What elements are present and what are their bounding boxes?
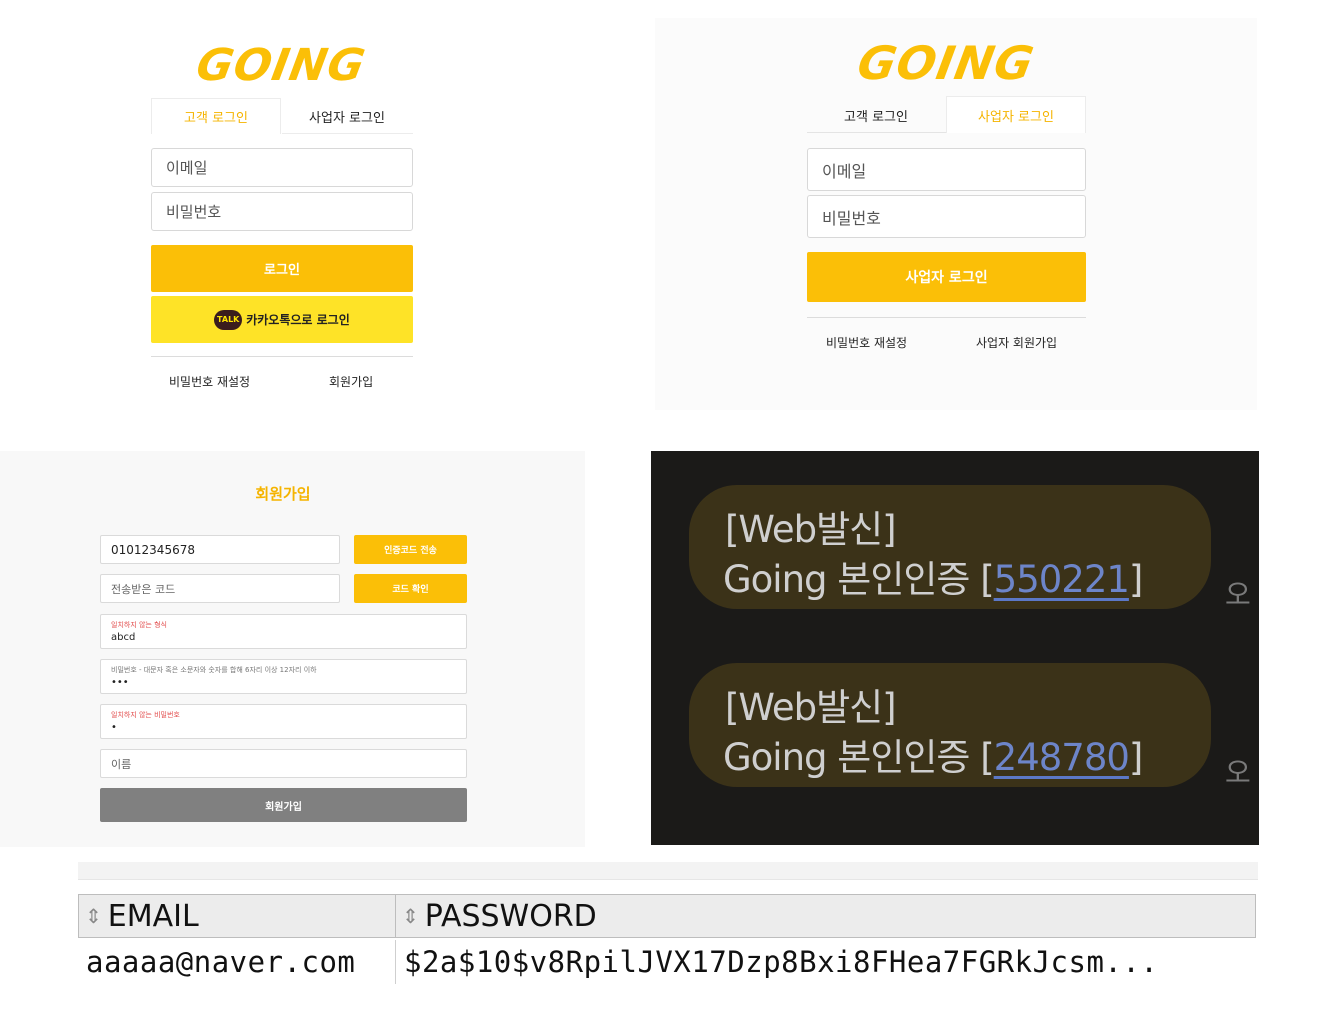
column-header-email[interactable]: ⇕ EMAIL [78,894,396,938]
column-header-label: PASSWORD [424,898,597,934]
kakao-login-button[interactable]: TALK 카카오톡으로 로그인 [151,296,413,343]
sms-body: Going 본인인증 [248780] [723,736,1143,779]
sms-sender-label: [Web발신] [725,686,897,729]
going-logo: GOING [853,36,1039,90]
table-cell-password[interactable]: $2a$10$v8RpilJVX17Dzp8Bxi8FHea7FGRkJcsm.… [396,940,1256,984]
password-hint-text: 비밀번호 - 대문자 혹은 소문자와 숫자를 합해 6자리 이상 12자리 이하 [111,666,317,674]
phone-field[interactable]: 01012345678 [100,535,340,564]
sms-bubble: [Web발신] Going 본인인증 [248780] [689,663,1211,787]
code-field[interactable]: 전송받은 코드 [100,574,340,603]
reset-password-link[interactable]: 비밀번호 재설정 [826,334,907,351]
email-field[interactable]: 이메일 [151,148,413,187]
sms-time: 오 [1225,756,1251,789]
name-field[interactable]: 이름 [100,749,467,778]
verification-code: 550221 [993,558,1130,601]
tab-business-login[interactable]: 사업자 로그인 [946,96,1086,133]
table-cell-email[interactable]: aaaaa@naver.com [78,940,396,984]
business-login-panel: GOING 고객 로그인 사업자 로그인 이메일 비밀번호 사업자 로그인 비밀… [655,18,1257,410]
verify-code-button[interactable]: 코드 확인 [354,574,467,603]
sms-sender-label: [Web발신] [725,508,897,551]
password-field[interactable]: 비밀번호 [151,192,413,231]
tab-customer-login[interactable]: 고객 로그인 [807,97,945,133]
signup-submit-button[interactable]: 회원가입 [100,788,467,822]
password-field[interactable]: 비밀번호 - 대문자 혹은 소문자와 숫자를 합해 6자리 이상 12자리 이하… [100,659,467,694]
business-signup-link[interactable]: 사업자 회원가입 [976,334,1057,351]
email-field[interactable]: 일치하지 않는 형식 abcd [100,614,467,649]
signup-title: 회원가입 [255,485,311,503]
column-header-label: EMAIL [107,898,199,934]
email-value: abcd [111,632,136,643]
password-value: ••• [111,677,129,688]
signup-link[interactable]: 회원가입 [329,373,373,390]
password-field[interactable]: 비밀번호 [807,195,1086,238]
business-login-button[interactable]: 사업자 로그인 [807,252,1086,302]
sort-icon[interactable]: ⇕ [85,904,102,928]
customer-login-panel: GOING 고객 로그인 사업자 로그인 이메일 비밀번호 로그인 TALK 카… [0,0,560,420]
sms-time: 오 [1225,578,1251,611]
kakao-talk-icon: TALK [214,309,243,330]
verification-code: 248780 [993,736,1130,779]
login-button[interactable]: 로그인 [151,245,413,292]
send-code-button[interactable]: 인증코드 전송 [354,535,467,564]
divider [807,317,1086,318]
password-confirm-error-text: 일치하지 않는 비밀번호 [111,711,180,719]
kakao-login-label: 카카오톡으로 로그인 [246,313,350,327]
db-result-panel: ⇕ EMAIL ⇕ PASSWORD aaaaa@naver.com $2a$1… [78,862,1258,988]
email-error-text: 일치하지 않는 형식 [111,621,167,629]
password-confirm-field[interactable]: 일치하지 않는 비밀번호 • [100,704,467,739]
password-confirm-value: • [111,722,117,733]
going-logo: GOING [192,40,370,91]
email-field[interactable]: 이메일 [807,148,1086,191]
reset-password-link[interactable]: 비밀번호 재설정 [169,373,250,390]
signup-panel: 회원가입 01012345678 인증코드 전송 전송받은 코드 코드 확인 일… [0,451,585,847]
tab-underline [282,133,413,134]
divider [151,356,413,357]
column-header-password[interactable]: ⇕ PASSWORD [395,894,1256,938]
sort-icon[interactable]: ⇕ [402,904,419,928]
tab-business-login[interactable]: 사업자 로그인 [282,98,412,134]
tab-underline [807,132,946,133]
sms-bubble: [Web발신] Going 본인인증 [550221] [689,485,1211,609]
tab-customer-login[interactable]: 고객 로그인 [151,98,281,134]
sms-panel: [Web발신] Going 본인인증 [550221] 오 [Web발신] Go… [651,451,1259,845]
sms-body: Going 본인인증 [550221] [723,558,1143,601]
db-toolbar-strip [78,862,1258,880]
